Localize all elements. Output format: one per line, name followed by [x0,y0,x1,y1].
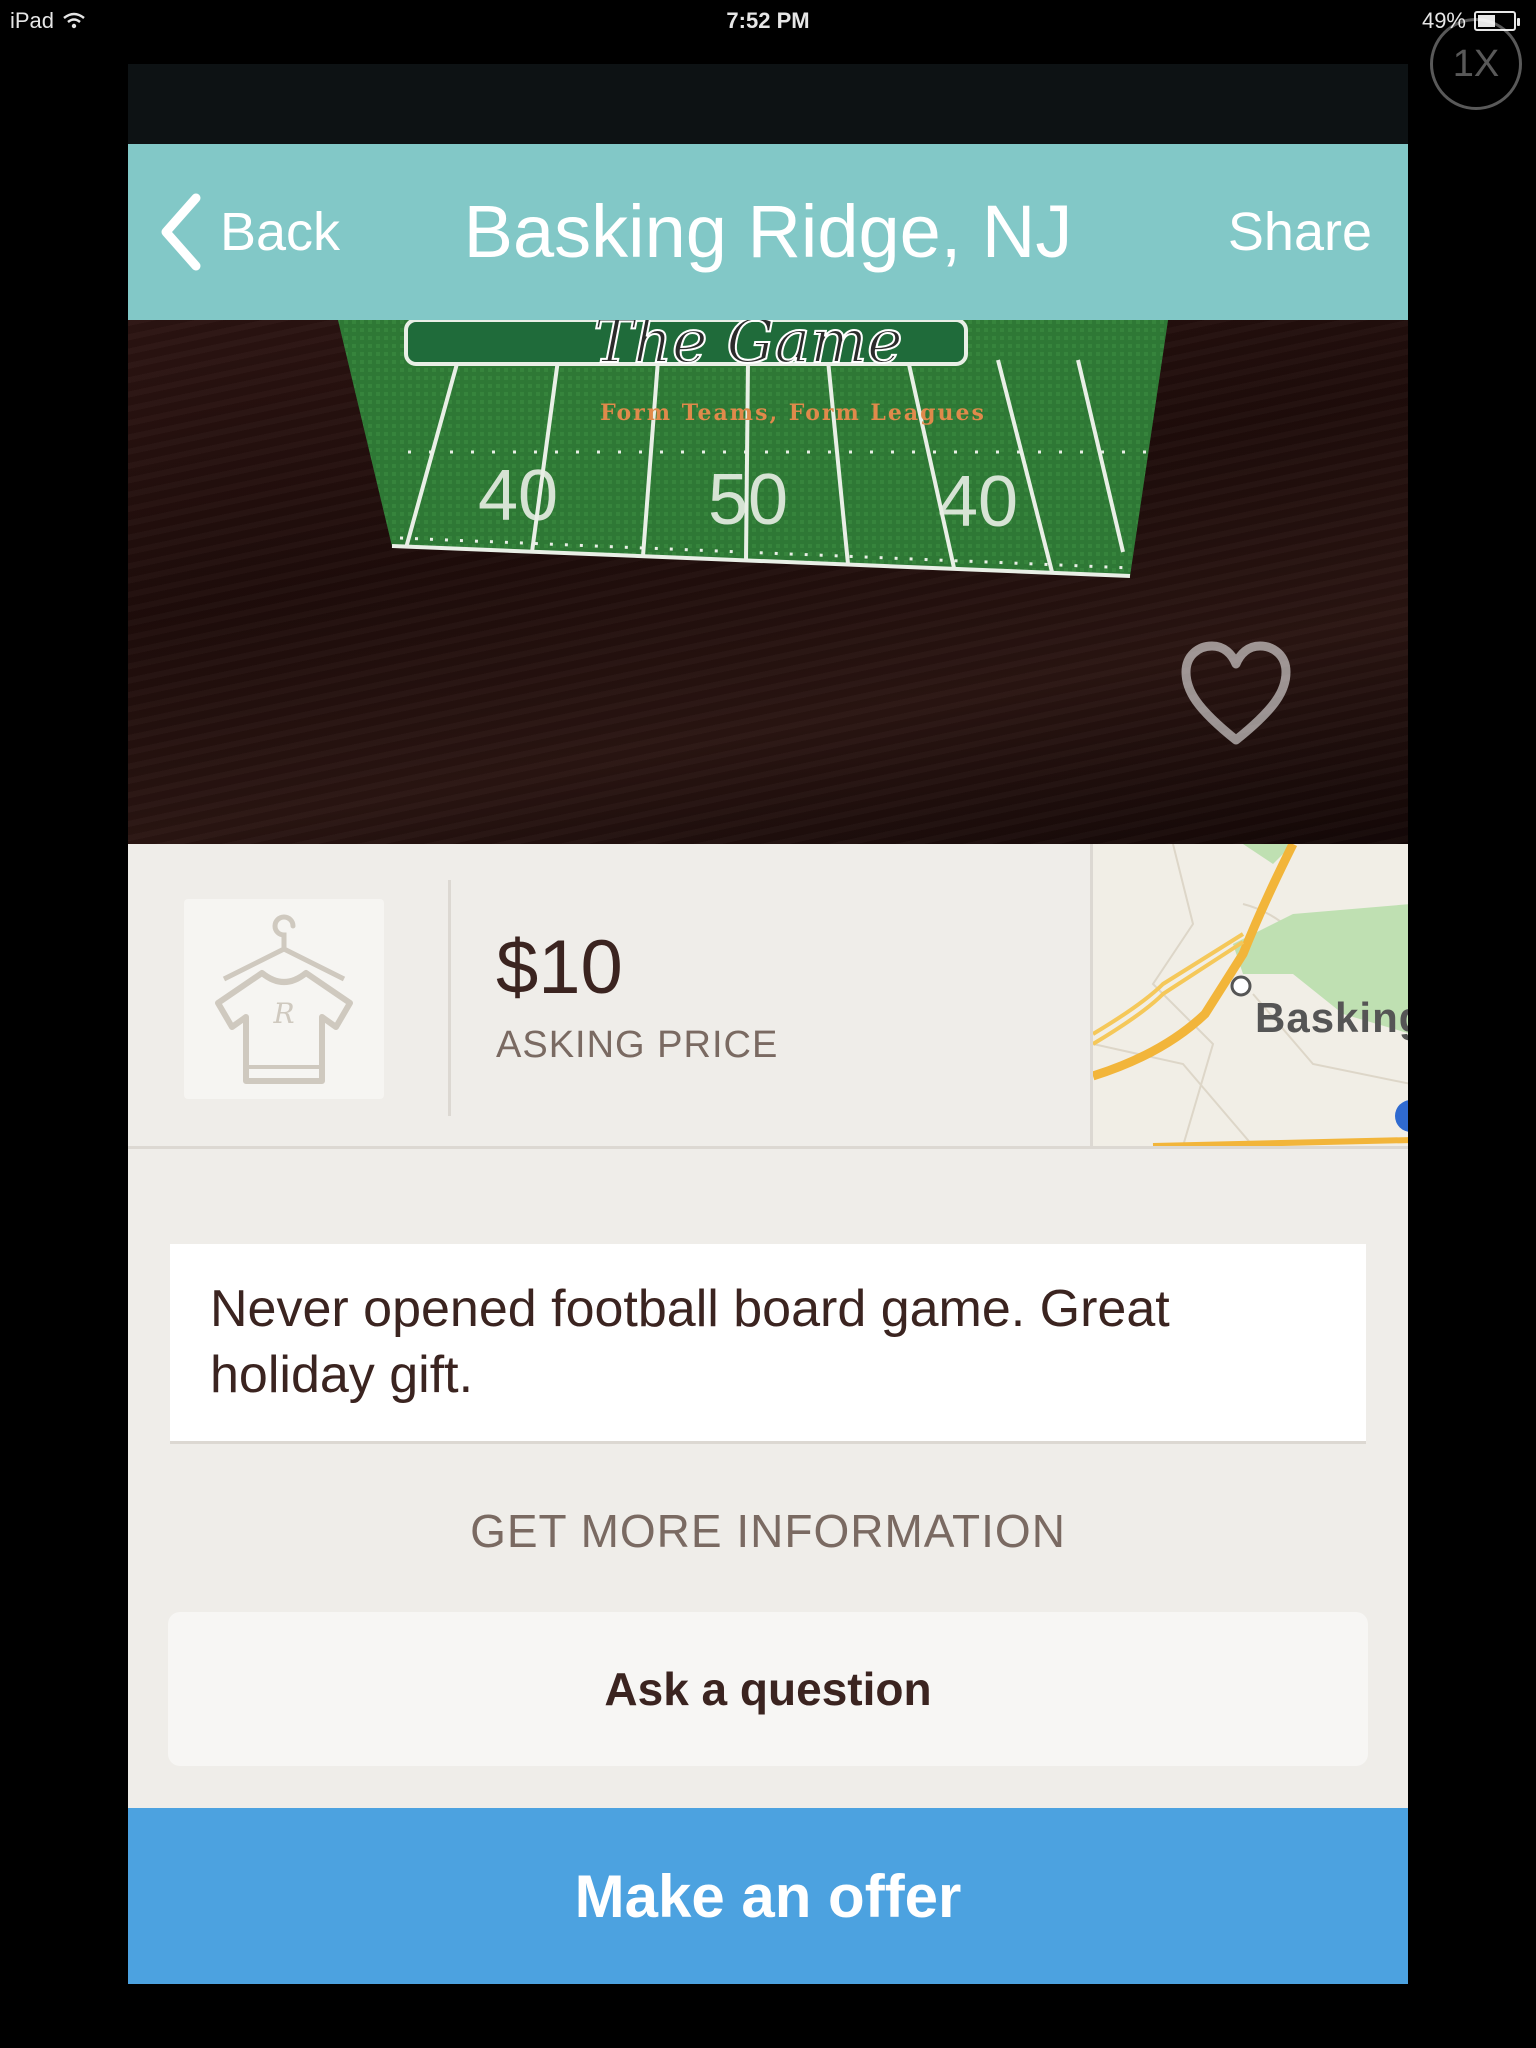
heart-icon[interactable] [1178,640,1294,750]
status-bar: iPad 7:52 PM 49% [0,0,1536,40]
status-time: 7:52 PM [726,8,810,33]
yard-number-left: 40 [478,456,558,536]
top-strip [128,64,1408,144]
yard-number-right: 40 [938,462,1018,542]
more-info-heading: GET MORE INFORMATION [470,1505,1066,1557]
divider [448,880,451,1116]
share-button[interactable]: Share [1228,144,1372,320]
nav-bar: Back Basking Ridge, NJ Share [128,144,1408,320]
listing-screen: Back Basking Ridge, NJ Share The Game Fo… [128,64,1408,1984]
price-label: ASKING PRICE [496,1024,779,1066]
board-game-box: The Game Form Teams, Form Leagues 40 50 … [338,320,1168,578]
box-subtitle: Form Teams, Form Leagues [600,400,986,426]
price-row: R $10 ASKING PRICE Basking [128,844,1408,1149]
back-label: Back [220,202,341,262]
yard-number-center: 50 [708,460,788,540]
box-title: The Game [593,320,902,377]
chevron-left-icon [161,193,201,271]
shirt-hanger-icon: R [215,914,353,1084]
category-tile: R [184,899,384,1099]
map-label: Basking [1255,994,1408,1041]
listing-photo[interactable]: The Game Form Teams, Form Leagues 40 50 … [128,320,1408,844]
category-letter: R [272,997,294,1030]
make-offer-button[interactable]: Make an offer [128,1808,1408,1984]
ask-question-button[interactable]: Ask a question [168,1612,1368,1766]
map-thumbnail[interactable]: Basking [1090,844,1408,1146]
back-button[interactable]: Back [158,144,340,320]
price-value: $10 [496,925,623,1010]
zoom-badge[interactable]: 1X [1430,18,1522,110]
listing-description: Never opened football board game. Great … [170,1244,1366,1444]
